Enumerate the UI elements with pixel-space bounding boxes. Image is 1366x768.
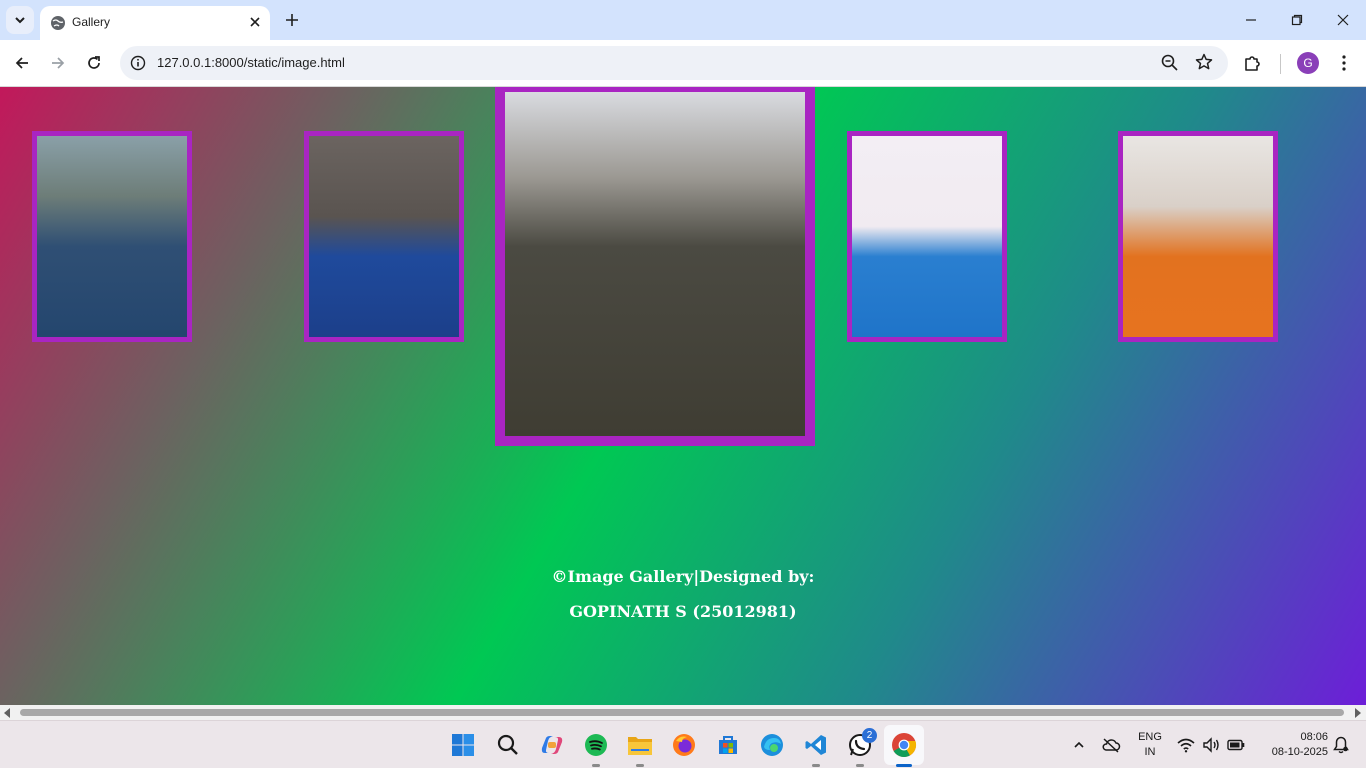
spotify-icon <box>585 734 607 756</box>
gallery-image-2-picture <box>309 136 459 337</box>
gallery-image-1[interactable] <box>32 131 192 342</box>
windows-taskbar: 2 ENG IN 08:06 08-10-2025 <box>0 720 1366 768</box>
minimize-button[interactable] <box>1228 6 1274 34</box>
scroll-left-arrow-icon[interactable] <box>4 708 10 718</box>
whatsapp-notification-badge: 2 <box>862 728 877 743</box>
vscode-running-indicator <box>812 764 820 767</box>
close-tab-button[interactable] <box>246 13 264 31</box>
close-icon <box>250 17 260 27</box>
taskbar-file-explorer[interactable] <box>624 729 656 761</box>
taskbar-copilot[interactable] <box>536 729 568 761</box>
taskbar-spotify[interactable] <box>580 729 612 761</box>
browser-menu-button[interactable] <box>1334 52 1354 74</box>
close-icon <box>1337 14 1349 26</box>
battery-status[interactable] <box>1224 729 1248 761</box>
spotify-running-indicator <box>592 764 600 767</box>
arrow-left-icon <box>15 57 28 69</box>
scroll-right-arrow-icon[interactable] <box>1355 708 1361 718</box>
url-text[interactable]: 127.0.0.1:8000/static/image.html <box>157 55 345 70</box>
info-icon <box>130 55 146 71</box>
gallery-image-3-picture <box>505 92 805 436</box>
restore-button[interactable] <box>1274 6 1320 34</box>
address-bar[interactable]: 127.0.0.1:8000/static/image.html <box>120 46 1228 80</box>
gallery-image-5[interactable] <box>1118 131 1278 342</box>
browser-tab-gallery[interactable]: Gallery <box>40 6 270 40</box>
scrollbar-thumb[interactable] <box>20 709 1344 716</box>
start-button[interactable] <box>447 729 479 761</box>
minimize-icon <box>1246 19 1256 21</box>
close-window-button[interactable] <box>1320 6 1366 34</box>
gallery-image-4-picture <box>852 136 1002 337</box>
restore-icon <box>1291 14 1303 26</box>
gallery-image-5-picture <box>1123 136 1273 337</box>
plus-icon <box>286 14 298 26</box>
profile-avatar[interactable]: G <box>1297 52 1319 74</box>
taskbar-chrome[interactable] <box>888 729 920 761</box>
new-tab-button[interactable] <box>280 8 304 32</box>
browser-toolbar: 127.0.0.1:8000/static/image.html G <box>0 40 1366 87</box>
notification-bell-icon <box>1333 736 1349 754</box>
explorer-running-indicator <box>636 764 644 767</box>
whatsapp-running-indicator <box>856 764 864 767</box>
gallery-image-3-enlarged[interactable] <box>495 87 815 446</box>
taskbar-vscode[interactable] <box>800 729 832 761</box>
taskbar-microsoft-store[interactable] <box>712 729 744 761</box>
bookmark-star-icon[interactable] <box>1194 52 1214 72</box>
forward-button[interactable] <box>44 49 72 77</box>
region-code: IN <box>1144 746 1156 758</box>
reload-button[interactable] <box>80 49 108 77</box>
chrome-active-indicator <box>896 764 912 767</box>
back-button[interactable] <box>8 49 36 77</box>
firefox-icon <box>673 734 695 756</box>
browser-tab-strip: Gallery <box>0 0 1366 40</box>
toolbar-divider <box>1280 54 1281 74</box>
volume-status[interactable] <box>1199 729 1223 761</box>
taskbar-firefox[interactable] <box>668 729 700 761</box>
notification-center-button[interactable] <box>1330 729 1352 761</box>
globe-icon <box>51 16 65 30</box>
site-info-button[interactable] <box>128 53 148 73</box>
tab-title: Gallery <box>72 15 111 29</box>
onedrive-status[interactable] <box>1098 729 1124 761</box>
chevron-up-icon <box>1074 741 1084 748</box>
arrow-right-icon <box>52 57 65 69</box>
input-language-indicator[interactable]: ENG IN <box>1136 730 1164 760</box>
windows-logo-icon <box>452 734 474 756</box>
gallery-image-4[interactable] <box>847 131 1007 342</box>
store-icon <box>719 736 737 754</box>
horizontal-scrollbar[interactable] <box>0 705 1366 720</box>
system-clock[interactable]: 08:06 08-10-2025 <box>1256 730 1328 760</box>
language-code: ENG <box>1138 731 1162 743</box>
zoom-icon[interactable] <box>1160 53 1180 73</box>
battery-icon <box>1227 739 1245 751</box>
taskbar-search-button[interactable] <box>492 729 524 761</box>
gallery-image-2[interactable] <box>304 131 464 342</box>
cloud-offline-icon <box>1102 738 1121 753</box>
speaker-icon <box>1203 737 1219 753</box>
search-icon <box>497 734 518 755</box>
footer-credit-line: ©Image Gallery|Designed by: <box>551 567 815 586</box>
taskbar-edge[interactable] <box>756 729 788 761</box>
vscode-icon <box>805 735 826 755</box>
reload-icon <box>88 56 100 69</box>
network-status[interactable] <box>1174 729 1198 761</box>
tab-search-button[interactable] <box>6 6 34 34</box>
copilot-icon <box>541 736 563 754</box>
chevron-down-icon <box>15 17 25 24</box>
chrome-icon <box>892 733 917 758</box>
wifi-icon <box>1177 738 1195 753</box>
extensions-icon[interactable] <box>1242 52 1264 74</box>
footer-author-line: GOPINATH S (25012981) <box>569 602 797 621</box>
clock-time: 08:06 <box>1300 731 1328 743</box>
show-hidden-icons-button[interactable] <box>1066 729 1092 761</box>
gallery-image-1-picture <box>37 136 187 337</box>
edge-icon <box>761 734 783 756</box>
gallery-page: ©Image Gallery|Designed by: GOPINATH S (… <box>0 87 1366 705</box>
clock-date: 08-10-2025 <box>1271 746 1328 758</box>
more-vertical-icon <box>1342 55 1346 71</box>
folder-icon <box>628 737 652 755</box>
